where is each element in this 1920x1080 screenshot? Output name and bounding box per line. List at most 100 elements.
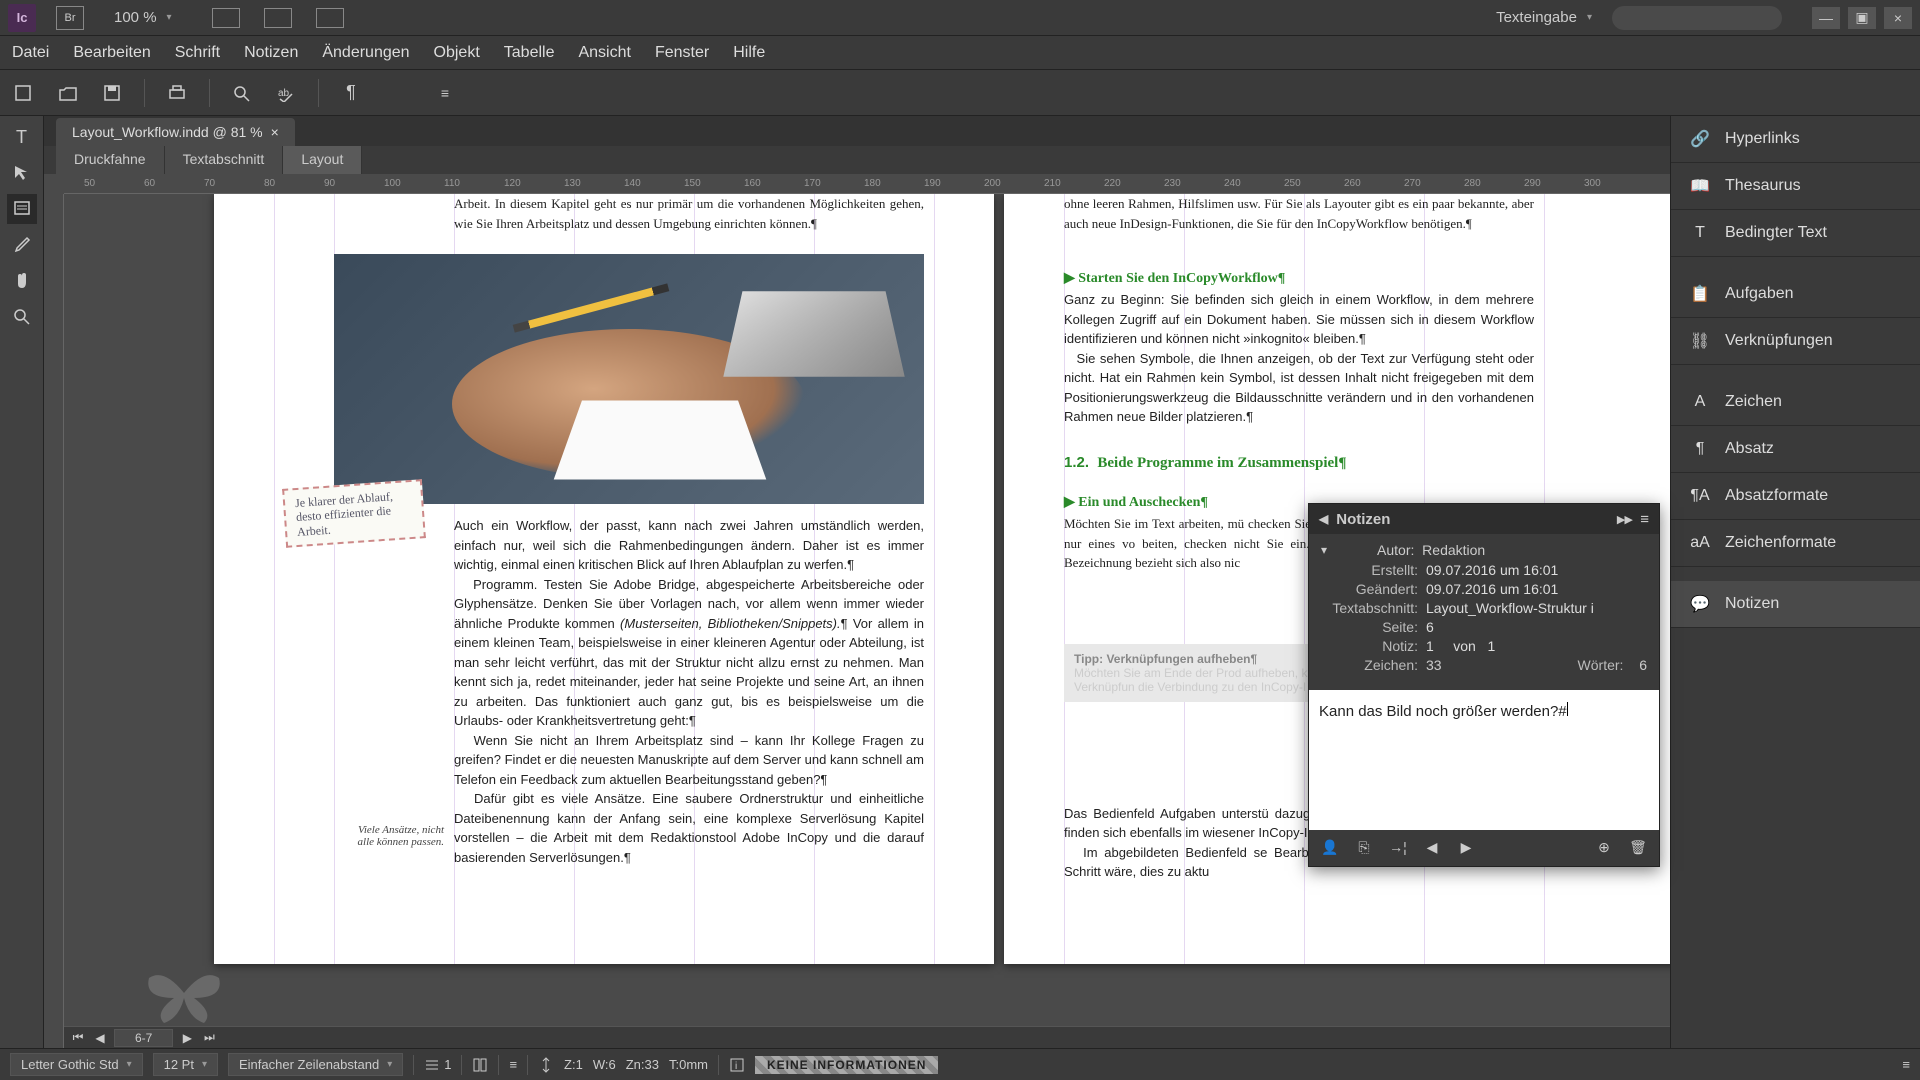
size-dropdown[interactable]: 12 Pt▾ <box>153 1053 218 1076</box>
zoom-tool-icon[interactable] <box>7 302 37 332</box>
notizen-panel-title: Notizen <box>1336 511 1390 528</box>
chevron-down-icon: ▾ <box>202 1059 207 1070</box>
note-prev-icon[interactable]: ◀ <box>1421 836 1443 858</box>
panel-thesaurus[interactable]: 📖Thesaurus <box>1671 163 1920 210</box>
note-delete-icon[interactable]: 🗑 <box>1627 836 1649 858</box>
prev-page-icon[interactable]: ◀ <box>92 1031 108 1045</box>
open-icon[interactable] <box>56 81 80 105</box>
menu-datei[interactable]: Datei <box>12 44 49 62</box>
status-zn: Zn:33 <box>626 1057 659 1072</box>
note-goto-icon[interactable]: →¦ <box>1387 836 1409 858</box>
section-heading: 1.2. Beide Programme im Zusammenspiel¶ <box>1064 454 1534 472</box>
panel-absatz[interactable]: ¶Absatz <box>1671 426 1920 473</box>
collapse-icon[interactable]: ▸▸ <box>1617 510 1632 528</box>
menu-ansicht[interactable]: Ansicht <box>578 44 630 62</box>
note-new-icon[interactable]: ⊕ <box>1593 836 1615 858</box>
page-field[interactable]: 6-7 <box>114 1029 173 1047</box>
textabschnitt-value: Layout_Workflow-Struktur i <box>1426 600 1647 616</box>
menu-bearbeiten[interactable]: Bearbeiten <box>73 44 150 62</box>
save-icon[interactable] <box>100 81 124 105</box>
character-styles-icon: aA <box>1689 534 1711 552</box>
view-tab-layout[interactable]: Layout <box>283 146 362 174</box>
notiz-total: 1 <box>1488 638 1496 654</box>
thesaurus-icon: 📖 <box>1689 177 1711 195</box>
print-icon[interactable] <box>165 81 189 105</box>
menu-schrift[interactable]: Schrift <box>175 44 220 62</box>
watermark-butterfly-icon <box>144 958 224 1028</box>
info-icon[interactable]: i <box>729 1057 745 1073</box>
spacing-dropdown[interactable]: Einfacher Zeilenabstand▾ <box>228 1053 403 1076</box>
panel-notizen[interactable]: 💬Notizen <box>1671 581 1920 628</box>
statusbar-menu-icon[interactable]: ≡ <box>1902 1057 1910 1072</box>
panel-absatzformate[interactable]: ¶AAbsatzformate <box>1671 473 1920 520</box>
column-icon[interactable] <box>472 1057 488 1073</box>
menu-tabelle[interactable]: Tabelle <box>504 44 555 62</box>
text-cursor-icon <box>1567 700 1575 716</box>
titlebar: Ic Br 100 % ▾ Texteingabe ▾ — ▣ × <box>0 0 1920 36</box>
eyedropper-tool-icon[interactable] <box>7 230 37 260</box>
body-text: Auch ein Workflow, der passt, kann nach … <box>454 516 924 867</box>
bridge-icon[interactable]: Br <box>56 6 84 30</box>
menu-hilfe[interactable]: Hilfe <box>733 44 765 62</box>
next-page-icon[interactable]: ▶ <box>179 1031 195 1045</box>
find-icon[interactable] <box>230 81 254 105</box>
heading: ▶ Starten Sie den InCopyWorkflow¶ <box>1064 270 1534 287</box>
workspace-dropdown[interactable]: Texteingabe ▾ <box>1496 9 1592 26</box>
document-tab[interactable]: Layout_Workflow.indd @ 81 % × <box>56 118 295 146</box>
toolbar-overflow-icon[interactable]: ≡ <box>433 81 457 105</box>
view-mode-1-icon[interactable] <box>212 8 240 28</box>
paragraph-styles-icon: ¶A <box>1689 487 1711 505</box>
new-icon[interactable] <box>12 81 36 105</box>
app-icon: Ic <box>8 4 36 32</box>
first-page-icon[interactable]: ⏮ <box>70 1030 86 1045</box>
panel-menu-icon[interactable]: ≡ <box>1640 511 1649 528</box>
menu-objekt[interactable]: Objekt <box>434 44 480 62</box>
body-text: Arbeit. In diesem Kapitel geht es nur pr… <box>454 194 924 233</box>
menu-fenster[interactable]: Fenster <box>655 44 709 62</box>
spellcheck-icon[interactable]: ab <box>274 81 298 105</box>
panel-verknuepfungen[interactable]: ⛓Verknüpfungen <box>1671 318 1920 365</box>
menu-notizen[interactable]: Notizen <box>244 44 298 62</box>
panel-zeichen[interactable]: AZeichen <box>1671 379 1920 426</box>
note-tool-icon[interactable] <box>7 194 37 224</box>
panel-bedingter-text[interactable]: TBedingter Text <box>1671 210 1920 257</box>
article-image <box>334 254 924 504</box>
status-w: W:6 <box>593 1057 616 1072</box>
position-tool-icon[interactable] <box>7 158 37 188</box>
hand-tool-icon[interactable] <box>7 266 37 296</box>
left-toolbar: T <box>0 116 44 1048</box>
align-icon[interactable]: ≡ <box>509 1057 517 1072</box>
autor-value: Redaktion <box>1422 542 1485 558</box>
chevron-left-icon[interactable]: ◀ <box>1319 512 1328 526</box>
type-tool-icon[interactable]: T <box>7 122 37 152</box>
close-button[interactable]: × <box>1884 7 1912 29</box>
chevron-down-icon: ▾ <box>387 1059 392 1070</box>
document-tab-label: Layout_Workflow.indd @ 81 % <box>72 124 263 140</box>
panel-zeichenformate[interactable]: aAZeichenformate <box>1671 520 1920 567</box>
view-tab-textabschnitt[interactable]: Textabschnitt <box>165 146 284 174</box>
search-input[interactable] <box>1612 6 1782 30</box>
body-text: Ganz zu Beginn: Sie befinden sich gleich… <box>1064 290 1534 427</box>
notizen-panel-header[interactable]: ◀ Notizen ▸▸ ≡ <box>1309 504 1659 534</box>
menu-aenderungen[interactable]: Änderungen <box>322 44 409 62</box>
zoom-dropdown[interactable]: 100 % ▾ <box>114 9 172 26</box>
font-dropdown[interactable]: Letter Gothic Std▾ <box>10 1053 143 1076</box>
maximize-button[interactable]: ▣ <box>1848 7 1876 29</box>
chevron-down-icon: ▾ <box>1587 12 1592 23</box>
note-anchor-icon[interactable]: ⎘ <box>1353 836 1375 858</box>
minimize-button[interactable]: — <box>1812 7 1840 29</box>
note-user-icon[interactable]: 👤 <box>1319 836 1341 858</box>
view-tab-druckfahne[interactable]: Druckfahne <box>56 146 165 174</box>
panel-hyperlinks[interactable]: 🔗Hyperlinks <box>1671 116 1920 163</box>
panel-aufgaben[interactable]: 📋Aufgaben <box>1671 271 1920 318</box>
page-navigation: ⏮ ◀ 6-7 ▶ ⏭ <box>64 1026 1670 1048</box>
pilcrow-icon[interactable]: ¶ <box>339 81 363 105</box>
hyperlinks-icon: 🔗 <box>1689 130 1711 148</box>
notizen-textarea[interactable]: Kann das Bild noch größer werden?# <box>1309 690 1659 830</box>
last-page-icon[interactable]: ⏭ <box>201 1030 217 1045</box>
chevron-down-icon[interactable]: ▾ <box>1321 543 1327 557</box>
view-mode-3-icon[interactable] <box>316 8 344 28</box>
view-mode-2-icon[interactable] <box>264 8 292 28</box>
close-tab-icon[interactable]: × <box>271 124 279 140</box>
note-next-icon[interactable]: ▶ <box>1455 836 1477 858</box>
